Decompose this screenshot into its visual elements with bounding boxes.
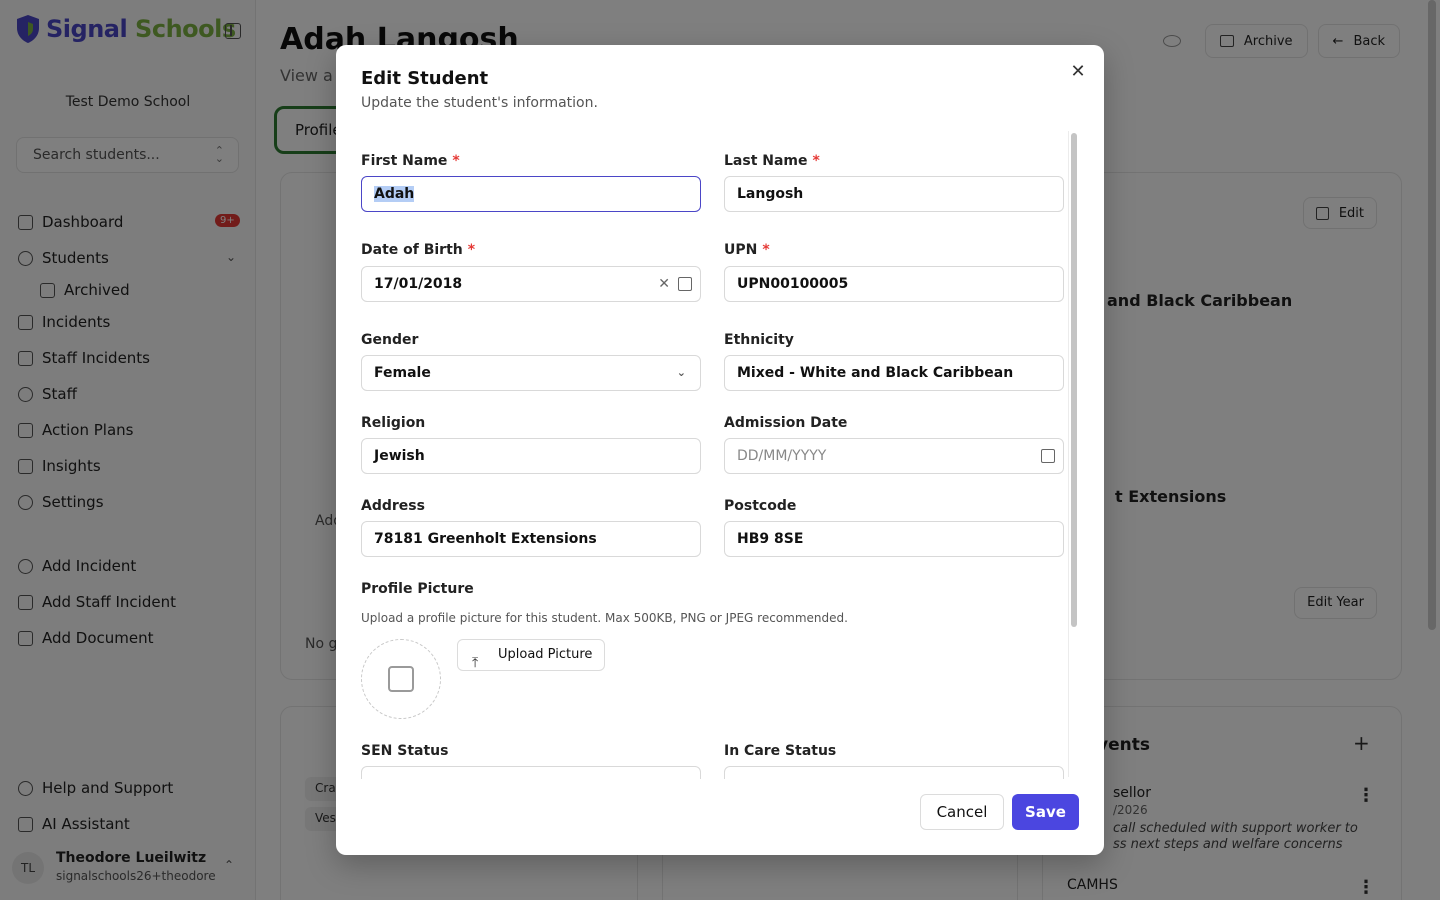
address-label: Address <box>361 498 425 514</box>
clear-icon[interactable]: ✕ <box>658 267 670 301</box>
dob-input[interactable]: 17/01/2018 ✕ <box>361 266 701 302</box>
calendar-icon[interactable] <box>678 277 692 291</box>
dialog-scrollbar[interactable] <box>1068 131 1078 777</box>
upload-picture-label: Upload Picture <box>498 647 593 662</box>
dob-value: 17/01/2018 <box>374 276 463 292</box>
admission-date-placeholder: DD/MM/YYYY <box>737 448 827 464</box>
first-name-input[interactable]: Adah <box>361 176 701 212</box>
profile-picture-help: Upload a profile picture for this studen… <box>361 611 848 625</box>
dialog-title: Edit Student <box>361 68 489 89</box>
upload-icon: ⤒ <box>472 655 479 671</box>
image-icon <box>388 666 414 692</box>
cancel-button[interactable]: Cancel <box>920 794 1004 830</box>
admission-date-input[interactable]: DD/MM/YYYY <box>724 438 1064 474</box>
scrollbar-thumb[interactable] <box>1071 133 1077 627</box>
gender-select[interactable]: Female ⌄ <box>361 355 701 391</box>
in-care-status-select[interactable] <box>724 766 1064 779</box>
profile-picture-label: Profile Picture <box>361 581 474 597</box>
postcode-input[interactable]: HB9 8SE <box>724 521 1064 557</box>
admission-date-label: Admission Date <box>724 415 848 431</box>
religion-label: Religion <box>361 415 426 431</box>
dialog-subtitle: Update the student's information. <box>361 95 598 111</box>
ethnicity-label: Ethnicity <box>724 332 794 348</box>
sen-status-select[interactable] <box>361 766 701 779</box>
last-name-input[interactable]: Langosh <box>724 176 1064 212</box>
sen-status-label: SEN Status <box>361 743 449 759</box>
profile-picture-placeholder <box>361 639 441 719</box>
first-name-label: First Name * <box>361 153 460 169</box>
edit-student-dialog: Edit Student Update the student's inform… <box>336 45 1104 855</box>
first-name-value: Adah <box>374 186 415 202</box>
last-name-label: Last Name * <box>724 153 820 169</box>
postcode-label: Postcode <box>724 498 797 514</box>
gender-value: Female <box>374 365 431 381</box>
upn-label: UPN * <box>724 242 770 258</box>
close-icon[interactable]: ✕ <box>1067 61 1089 83</box>
chevron-down-icon: ⌄ <box>676 366 686 379</box>
calendar-icon[interactable] <box>1041 449 1055 463</box>
gender-label: Gender <box>361 332 419 348</box>
address-input[interactable]: 78181 Greenholt Extensions <box>361 521 701 557</box>
in-care-status-label: In Care Status <box>724 743 837 759</box>
upload-picture-button[interactable]: ⤒ Upload Picture <box>457 639 606 671</box>
upn-input[interactable]: UPN00100005 <box>724 266 1064 302</box>
dialog-form: First Name * Adah Last Name * Langosh Date… <box>336 131 1104 779</box>
ethnicity-input[interactable]: Mixed - White and Black Caribbean <box>724 355 1064 391</box>
religion-input[interactable]: Jewish <box>361 438 701 474</box>
dob-label: Date of Birth * <box>361 242 476 258</box>
save-button[interactable]: Save <box>1012 794 1079 830</box>
